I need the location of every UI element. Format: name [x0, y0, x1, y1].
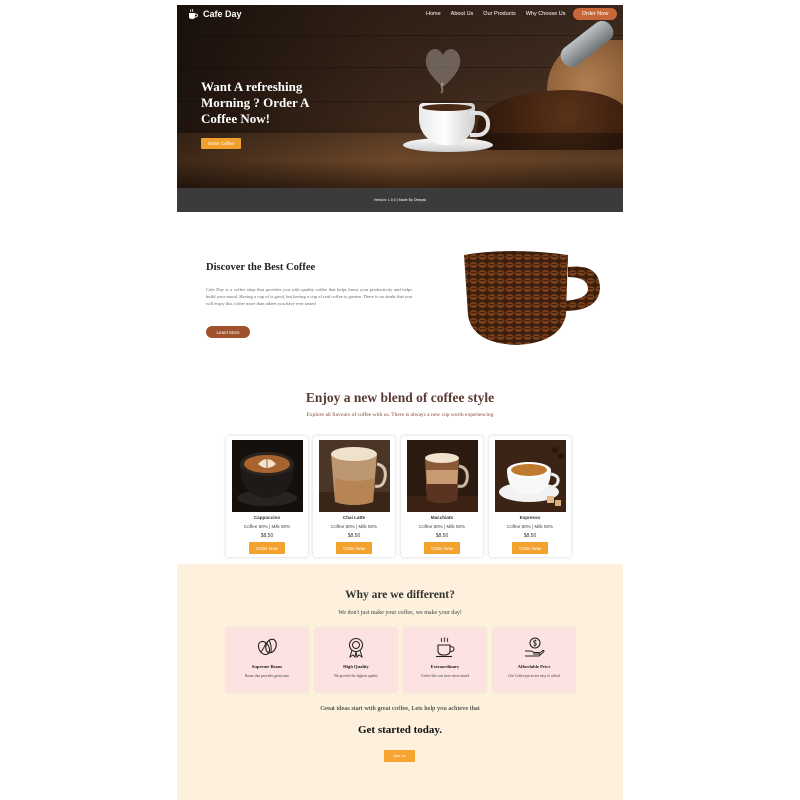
coffee-cup-icon: [436, 637, 455, 658]
feature-name: Supreme Beans: [251, 664, 283, 669]
steam-heart-icon: [425, 49, 461, 94]
brand-logo[interactable]: Cafe Day: [187, 8, 242, 20]
order-now-button[interactable]: Order Now: [249, 542, 285, 554]
different-subtitle: We don't just make your coffee, we make …: [338, 610, 462, 616]
tagline: Great ideas start with great coffee, Let…: [320, 705, 480, 712]
product-desc: Coffee 50% | Milk 50%: [418, 524, 466, 529]
order-coffee-button[interactable]: Order Coffee: [201, 138, 241, 149]
feature-card: Supreme Beans Beans that provides great …: [226, 628, 308, 692]
coffee-bean-icon: [257, 638, 277, 656]
different-title: Why are we different?: [345, 589, 455, 601]
hero-table-shade: [177, 133, 623, 188]
product-card: Expresso Coffee 50% | Milk 50% $8.50 Ord…: [489, 436, 571, 557]
discover-text: Cafe Day is a coffee shop that provides …: [206, 287, 412, 306]
product-image-cappuccino: [232, 440, 303, 512]
product-card: Chai Latte Coffee 50% | Milk 50% $8.50 O…: [313, 436, 395, 557]
hero-title: Want A refreshing Morning ? Order A Coff…: [201, 79, 309, 126]
feature-name: Affordable Price: [517, 664, 551, 669]
page: Cafe Day Home About Us Our Products Why …: [177, 0, 623, 800]
price-hand-icon: [525, 637, 545, 657]
nav-link-products[interactable]: Our Products: [483, 11, 515, 17]
macchiato-image: [407, 440, 478, 512]
order-now-button[interactable]: Order Now: [512, 542, 548, 554]
product-price: $8.50: [523, 533, 537, 539]
blend-subtitle: Explore all flavours of coffee with us. …: [306, 412, 494, 418]
order-now-button[interactable]: Order Now: [424, 542, 460, 554]
coffee-cup-icon: [189, 8, 198, 19]
brand-name: Cafe Day: [203, 9, 242, 19]
hero-plank: [177, 35, 623, 36]
product-price: $8.50: [435, 533, 449, 539]
discover-title: Discover the Best Coffee: [206, 262, 316, 273]
why-different-section: Why are we different? We don't just make…: [177, 564, 623, 800]
feature-desc: We provide the highest quality: [333, 674, 379, 678]
hero-section: Cafe Day Home About Us Our Products Why …: [177, 5, 623, 188]
product-image-chai-latte: [319, 440, 390, 512]
nav-link-home[interactable]: Home: [426, 11, 441, 17]
feature-name: High Quality: [343, 664, 369, 669]
learn-more-button[interactable]: Learn More: [206, 326, 250, 338]
join-us-button[interactable]: Join Us: [384, 750, 415, 762]
feature-card: Affordable Price Our Coffee prices are e…: [493, 628, 575, 692]
product-name: Chai Latte: [342, 515, 366, 520]
blend-title: Enjoy a new blend of coffee style: [305, 390, 495, 405]
feature-card: High Quality We provide the highest qual…: [315, 628, 397, 692]
nav-order-button[interactable]: Order Now: [573, 8, 617, 20]
nav-links: Home About Us Our Products Why Choose Us: [426, 5, 575, 23]
product-desc: Coffee 50% | Milk 50%: [243, 524, 291, 529]
award-ribbon-icon: [348, 637, 364, 658]
product-name: Macchiato: [430, 515, 454, 520]
nav-link-about[interactable]: About Us: [451, 11, 474, 17]
feature-desc: Beans that provides great taste: [245, 674, 289, 678]
product-desc: Coffee 50% | Milk 50%: [330, 524, 378, 529]
hero-cup-coffee: [422, 104, 472, 111]
product-image-macchiato: [407, 440, 478, 512]
product-name: Expresso: [519, 515, 541, 520]
expresso-image: [495, 440, 566, 512]
feature-card: Extraordinary Coffee like you have never…: [404, 628, 486, 692]
feature-desc: Coffee like you have never tasted: [420, 674, 470, 678]
cappuccino-image: [232, 440, 303, 512]
product-desc: Coffee 50% | Milk 50%: [506, 524, 554, 529]
chai-latte-image: [319, 440, 390, 512]
feature-desc: Our Coffee prices are easy to afford: [508, 674, 560, 678]
order-now-button[interactable]: Order Now: [336, 542, 372, 554]
feature-name: Extraordinary: [430, 664, 460, 669]
product-card: Cappuccino Coffee 50% | Milk 50% $8.50 O…: [226, 436, 308, 557]
get-started-title: Get started today.: [357, 724, 442, 736]
top-navbar: Cafe Day Home About Us Our Products Why …: [177, 5, 623, 23]
nav-link-why[interactable]: Why Choose Us: [526, 11, 566, 17]
product-price: $8.50: [260, 533, 274, 539]
version-bar: Version: 1.0.0 | Made By Deepak: [177, 188, 623, 212]
product-name: Cappuccino: [253, 515, 281, 520]
product-card: Macchiato Coffee 50% | Milk 50% $8.50 Or…: [401, 436, 483, 557]
product-price: $8.50: [347, 533, 361, 539]
product-image-expresso: [495, 440, 566, 512]
coffee-bean-mug-image: [464, 251, 600, 345]
